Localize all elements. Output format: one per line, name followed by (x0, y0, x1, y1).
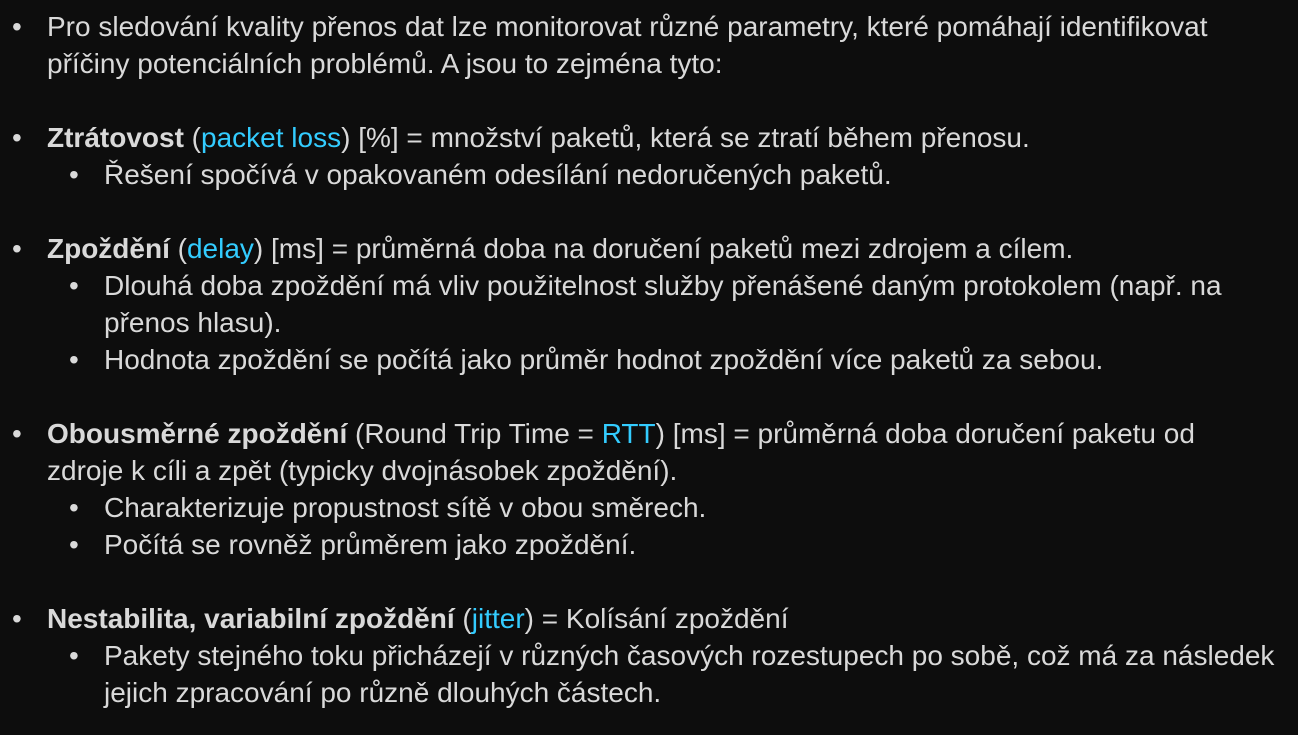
delay-sub-text: Hodnota zpoždění se počítá jako průměr h… (104, 344, 1104, 375)
rtt-open: (Round Trip Time = (347, 418, 602, 449)
packet-loss-term: Ztrátovost (47, 122, 184, 153)
sub-bullet-icon (69, 267, 104, 304)
delay-sub-1: Dlouhá doba zpoždění má vliv použitelnos… (47, 267, 1278, 341)
slide: Pro sledování kvality přenos dat lze mon… (0, 0, 1298, 735)
jitter-open: ( (454, 603, 472, 634)
sub-bullet-icon (69, 526, 104, 563)
bullet-icon (12, 230, 47, 267)
sub-bullet-icon (69, 341, 104, 378)
jitter-sub-text: Pakety stejného toku přicházejí v různýc… (104, 640, 1275, 708)
packet-loss-item: Ztrátovost (packet loss) [%] = množství … (12, 119, 1278, 193)
sub-bullet-icon (69, 156, 104, 193)
sub-bullet-icon (69, 489, 104, 526)
rtt-sub-1: Charakterizuje propustnost sítě v obou s… (47, 489, 1278, 526)
bullet-icon (12, 119, 47, 156)
delay-term: Zpoždění (47, 233, 170, 264)
delay-open: ( (169, 233, 187, 264)
rtt-keyword: RTT (601, 418, 656, 449)
bullet-icon (12, 600, 47, 637)
packet-loss-open: ( (183, 122, 202, 153)
delay-keyword: delay (186, 233, 254, 264)
jitter-item: Nestabilita, variabilní zpoždění (jitter… (12, 600, 1278, 711)
packet-loss-sub-1: Řešení spočívá v opakovaném odesílání ne… (47, 156, 1278, 193)
packet-loss-definition: ) [%] = množství paketů, která se ztratí… (341, 122, 1030, 153)
jitter-keyword: jitter (471, 603, 525, 634)
delay-item: Zpoždění (delay) [ms] = průměrná doba na… (12, 230, 1278, 378)
jitter-definition: ) = Kolísání zpoždění (524, 603, 789, 634)
bullet-icon (12, 415, 47, 452)
rtt-item: Obousměrné zpoždění (Round Trip Time = R… (12, 415, 1278, 563)
packet-loss-keyword: packet loss (201, 122, 342, 153)
delay-sub-text: Dlouhá doba zpoždění má vliv použitelnos… (104, 270, 1222, 338)
jitter-term: Nestabilita, variabilní zpoždění (47, 603, 455, 634)
delay-sub-2: Hodnota zpoždění se počítá jako průměr h… (47, 341, 1278, 378)
intro-item: Pro sledování kvality přenos dat lze mon… (12, 8, 1278, 82)
packet-loss-sub-text: Řešení spočívá v opakovaném odesílání ne… (104, 159, 892, 190)
rtt-sub-text: Počítá se rovněž průměrem jako zpoždění. (104, 529, 637, 560)
bullet-icon (12, 8, 47, 45)
rtt-sub-text: Charakterizuje propustnost sítě v obou s… (104, 492, 707, 523)
rtt-term: Obousměrné zpoždění (47, 418, 348, 449)
sub-bullet-icon (69, 637, 104, 674)
intro-text: Pro sledování kvality přenos dat lze mon… (47, 11, 1208, 79)
jitter-sub-1: Pakety stejného toku přicházejí v různýc… (47, 637, 1278, 711)
rtt-sub-2: Počítá se rovněž průměrem jako zpoždění. (47, 526, 1278, 563)
delay-definition: ) [ms] = průměrná doba na doručení paket… (253, 233, 1074, 264)
